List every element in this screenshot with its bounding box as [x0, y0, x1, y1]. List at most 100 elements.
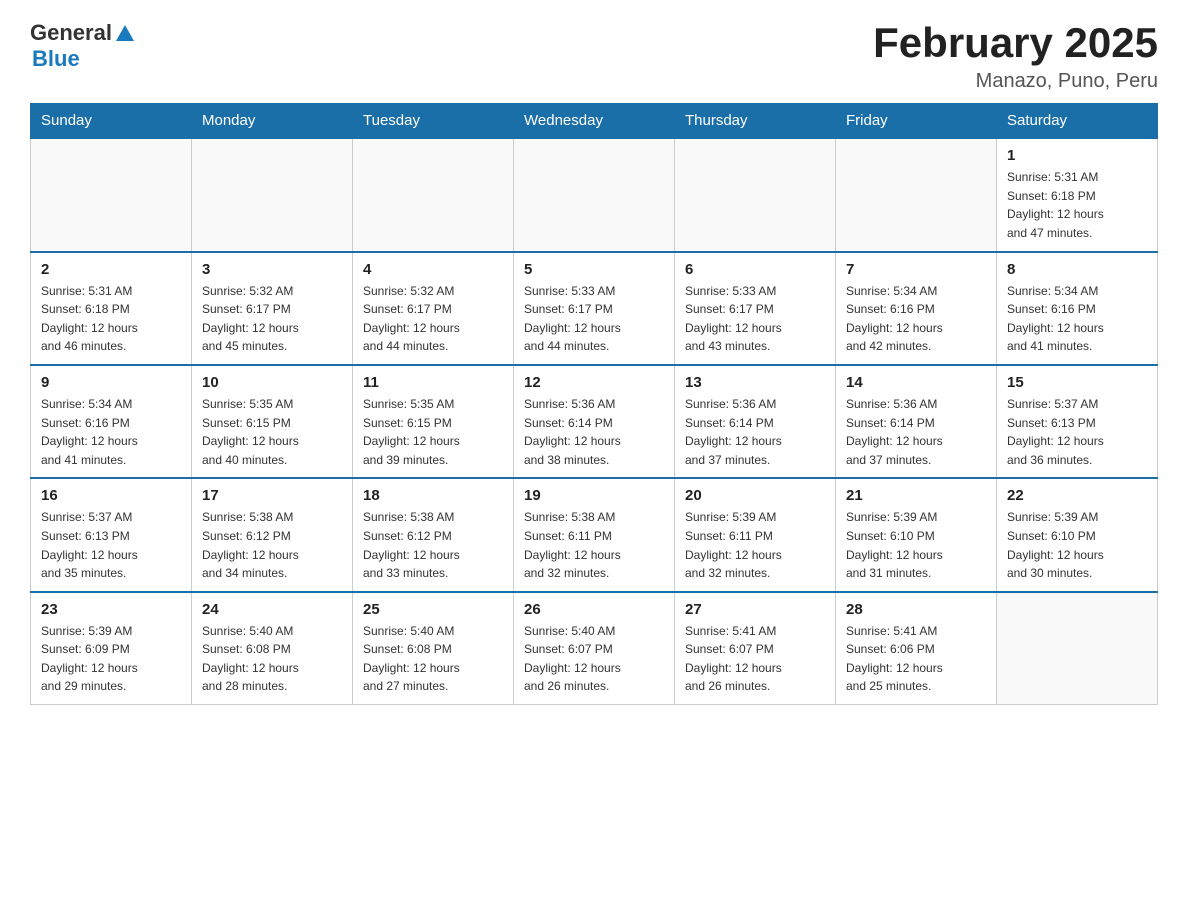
calendar-cell: 14Sunrise: 5:36 AM Sunset: 6:14 PM Dayli… — [836, 365, 997, 478]
calendar-week-3: 9Sunrise: 5:34 AM Sunset: 6:16 PM Daylig… — [31, 365, 1158, 478]
day-info: Sunrise: 5:34 AM Sunset: 6:16 PM Dayligh… — [1007, 282, 1147, 356]
calendar-cell: 28 Sunrise: 5:41 AM Sunset: 6:06 PM Dayli… — [836, 592, 997, 705]
calendar-cell — [675, 138, 836, 251]
page-header: General Blue February 2025 Manazo, Puno,… — [30, 20, 1158, 93]
day-number: 2 — [41, 261, 181, 278]
weekday-header-tuesday: Tuesday — [353, 104, 514, 139]
calendar-cell: 3 Sunrise: 5:32 AM Sunset: 6:17 PM Daylig… — [192, 252, 353, 365]
day-info: Sunrise: 5:35 AM Sunset: 6:15 PM Dayligh… — [363, 395, 503, 469]
day-number: 23 — [41, 601, 181, 618]
day-number: 6 — [685, 261, 825, 278]
calendar-week-2: 2Sunrise: 5:31 AM Sunset: 6:18 PM Daylig… — [31, 252, 1158, 365]
day-info: Sunrise: 5:37 AM Sunset: 6:13 PM Dayligh… — [41, 508, 181, 582]
calendar-cell: 1 Sunrise: 5:31 AM Sunset: 6:18 PM Daylig… — [997, 138, 1158, 251]
day-number: 9 — [41, 374, 181, 391]
day-info: Sunrise: 5:35 AM Sunset: 6:15 PM Dayligh… — [202, 395, 342, 469]
day-number: 28 — [846, 601, 986, 618]
weekday-header-saturday: Saturday — [997, 104, 1158, 139]
day-info: Sunrise: 5:38 AM Sunset: 6:12 PM Dayligh… — [202, 508, 342, 582]
calendar-cell: 11 Sunrise: 5:35 AM Sunset: 6:15 PM Dayli… — [353, 365, 514, 478]
day-number: 19 — [524, 487, 664, 504]
title-section: February 2025 Manazo, Puno, Peru — [873, 20, 1158, 93]
weekday-header-monday: Monday — [192, 104, 353, 139]
calendar-body: 1 Sunrise: 5:31 AM Sunset: 6:18 PM Daylig… — [31, 138, 1158, 704]
day-number: 1 — [1007, 147, 1147, 164]
day-number: 11 — [363, 374, 503, 391]
calendar-cell: 8 Sunrise: 5:34 AM Sunset: 6:16 PM Daylig… — [997, 252, 1158, 365]
location: Manazo, Puno, Peru — [873, 70, 1158, 93]
day-number: 26 — [524, 601, 664, 618]
calendar-cell — [353, 138, 514, 251]
day-info: Sunrise: 5:33 AM Sunset: 6:17 PM Dayligh… — [524, 282, 664, 356]
day-info: Sunrise: 5:39 AM Sunset: 6:10 PM Dayligh… — [1007, 508, 1147, 582]
calendar-cell: 17Sunrise: 5:38 AM Sunset: 6:12 PM Dayli… — [192, 478, 353, 591]
day-info: Sunrise: 5:40 AM Sunset: 6:07 PM Dayligh… — [524, 622, 664, 696]
logo: General Blue — [30, 20, 136, 72]
day-number: 12 — [524, 374, 664, 391]
calendar-cell: 7Sunrise: 5:34 AM Sunset: 6:16 PM Daylig… — [836, 252, 997, 365]
calendar-cell: 13 Sunrise: 5:36 AM Sunset: 6:14 PM Dayli… — [675, 365, 836, 478]
calendar-cell — [192, 138, 353, 251]
day-number: 24 — [202, 601, 342, 618]
calendar-cell: 16 Sunrise: 5:37 AM Sunset: 6:13 PM Dayli… — [31, 478, 192, 591]
calendar-cell: 20 Sunrise: 5:39 AM Sunset: 6:11 PM Dayli… — [675, 478, 836, 591]
calendar-cell: 2Sunrise: 5:31 AM Sunset: 6:18 PM Daylig… — [31, 252, 192, 365]
calendar-cell: 24 Sunrise: 5:40 AM Sunset: 6:08 PM Dayli… — [192, 592, 353, 705]
calendar-week-5: 23 Sunrise: 5:39 AM Sunset: 6:09 PM Dayli… — [31, 592, 1158, 705]
calendar-cell — [514, 138, 675, 251]
day-number: 20 — [685, 487, 825, 504]
calendar-cell: 10 Sunrise: 5:35 AM Sunset: 6:15 PM Dayli… — [192, 365, 353, 478]
day-info: Sunrise: 5:41 AM Sunset: 6:07 PM Dayligh… — [685, 622, 825, 696]
day-number: 22 — [1007, 487, 1147, 504]
calendar-cell: 6 Sunrise: 5:33 AM Sunset: 6:17 PM Daylig… — [675, 252, 836, 365]
logo-general: General — [30, 20, 112, 46]
calendar-cell: 9Sunrise: 5:34 AM Sunset: 6:16 PM Daylig… — [31, 365, 192, 478]
day-number: 13 — [685, 374, 825, 391]
calendar-cell: 27 Sunrise: 5:41 AM Sunset: 6:07 PM Dayli… — [675, 592, 836, 705]
day-info: Sunrise: 5:31 AM Sunset: 6:18 PM Dayligh… — [1007, 168, 1147, 242]
day-number: 10 — [202, 374, 342, 391]
calendar-cell: 19 Sunrise: 5:38 AM Sunset: 6:11 PM Dayli… — [514, 478, 675, 591]
day-number: 15 — [1007, 374, 1147, 391]
month-title: February 2025 — [873, 20, 1158, 66]
weekday-header-wednesday: Wednesday — [514, 104, 675, 139]
weekday-header-sunday: Sunday — [31, 104, 192, 139]
calendar-week-1: 1 Sunrise: 5:31 AM Sunset: 6:18 PM Daylig… — [31, 138, 1158, 251]
day-info: Sunrise: 5:40 AM Sunset: 6:08 PM Dayligh… — [363, 622, 503, 696]
calendar-cell: 23 Sunrise: 5:39 AM Sunset: 6:09 PM Dayli… — [31, 592, 192, 705]
weekday-header-thursday: Thursday — [675, 104, 836, 139]
calendar-cell — [836, 138, 997, 251]
day-number: 8 — [1007, 261, 1147, 278]
day-info: Sunrise: 5:39 AM Sunset: 6:10 PM Dayligh… — [846, 508, 986, 582]
day-number: 5 — [524, 261, 664, 278]
day-number: 16 — [41, 487, 181, 504]
logo-blue: Blue — [32, 46, 80, 71]
calendar-cell: 4 Sunrise: 5:32 AM Sunset: 6:17 PM Daylig… — [353, 252, 514, 365]
day-info: Sunrise: 5:39 AM Sunset: 6:11 PM Dayligh… — [685, 508, 825, 582]
calendar-cell — [997, 592, 1158, 705]
day-number: 18 — [363, 487, 503, 504]
calendar-cell: 22 Sunrise: 5:39 AM Sunset: 6:10 PM Dayli… — [997, 478, 1158, 591]
calendar-cell: 5 Sunrise: 5:33 AM Sunset: 6:17 PM Daylig… — [514, 252, 675, 365]
weekday-header-row: SundayMondayTuesdayWednesdayThursdayFrid… — [31, 104, 1158, 139]
day-info: Sunrise: 5:37 AM Sunset: 6:13 PM Dayligh… — [1007, 395, 1147, 469]
day-number: 3 — [202, 261, 342, 278]
day-info: Sunrise: 5:32 AM Sunset: 6:17 PM Dayligh… — [363, 282, 503, 356]
day-info: Sunrise: 5:32 AM Sunset: 6:17 PM Dayligh… — [202, 282, 342, 356]
day-number: 4 — [363, 261, 503, 278]
calendar-cell: 18 Sunrise: 5:38 AM Sunset: 6:12 PM Dayli… — [353, 478, 514, 591]
day-info: Sunrise: 5:39 AM Sunset: 6:09 PM Dayligh… — [41, 622, 181, 696]
day-info: Sunrise: 5:33 AM Sunset: 6:17 PM Dayligh… — [685, 282, 825, 356]
day-info: Sunrise: 5:34 AM Sunset: 6:16 PM Dayligh… — [846, 282, 986, 356]
weekday-header-friday: Friday — [836, 104, 997, 139]
day-number: 27 — [685, 601, 825, 618]
day-info: Sunrise: 5:36 AM Sunset: 6:14 PM Dayligh… — [846, 395, 986, 469]
day-info: Sunrise: 5:40 AM Sunset: 6:08 PM Dayligh… — [202, 622, 342, 696]
day-info: Sunrise: 5:38 AM Sunset: 6:11 PM Dayligh… — [524, 508, 664, 582]
calendar-cell: 25Sunrise: 5:40 AM Sunset: 6:08 PM Dayli… — [353, 592, 514, 705]
day-info: Sunrise: 5:41 AM Sunset: 6:06 PM Dayligh… — [846, 622, 986, 696]
day-info: Sunrise: 5:36 AM Sunset: 6:14 PM Dayligh… — [685, 395, 825, 469]
logo-arrow-icon — [114, 23, 136, 45]
day-info: Sunrise: 5:38 AM Sunset: 6:12 PM Dayligh… — [363, 508, 503, 582]
calendar-week-4: 16 Sunrise: 5:37 AM Sunset: 6:13 PM Dayli… — [31, 478, 1158, 591]
